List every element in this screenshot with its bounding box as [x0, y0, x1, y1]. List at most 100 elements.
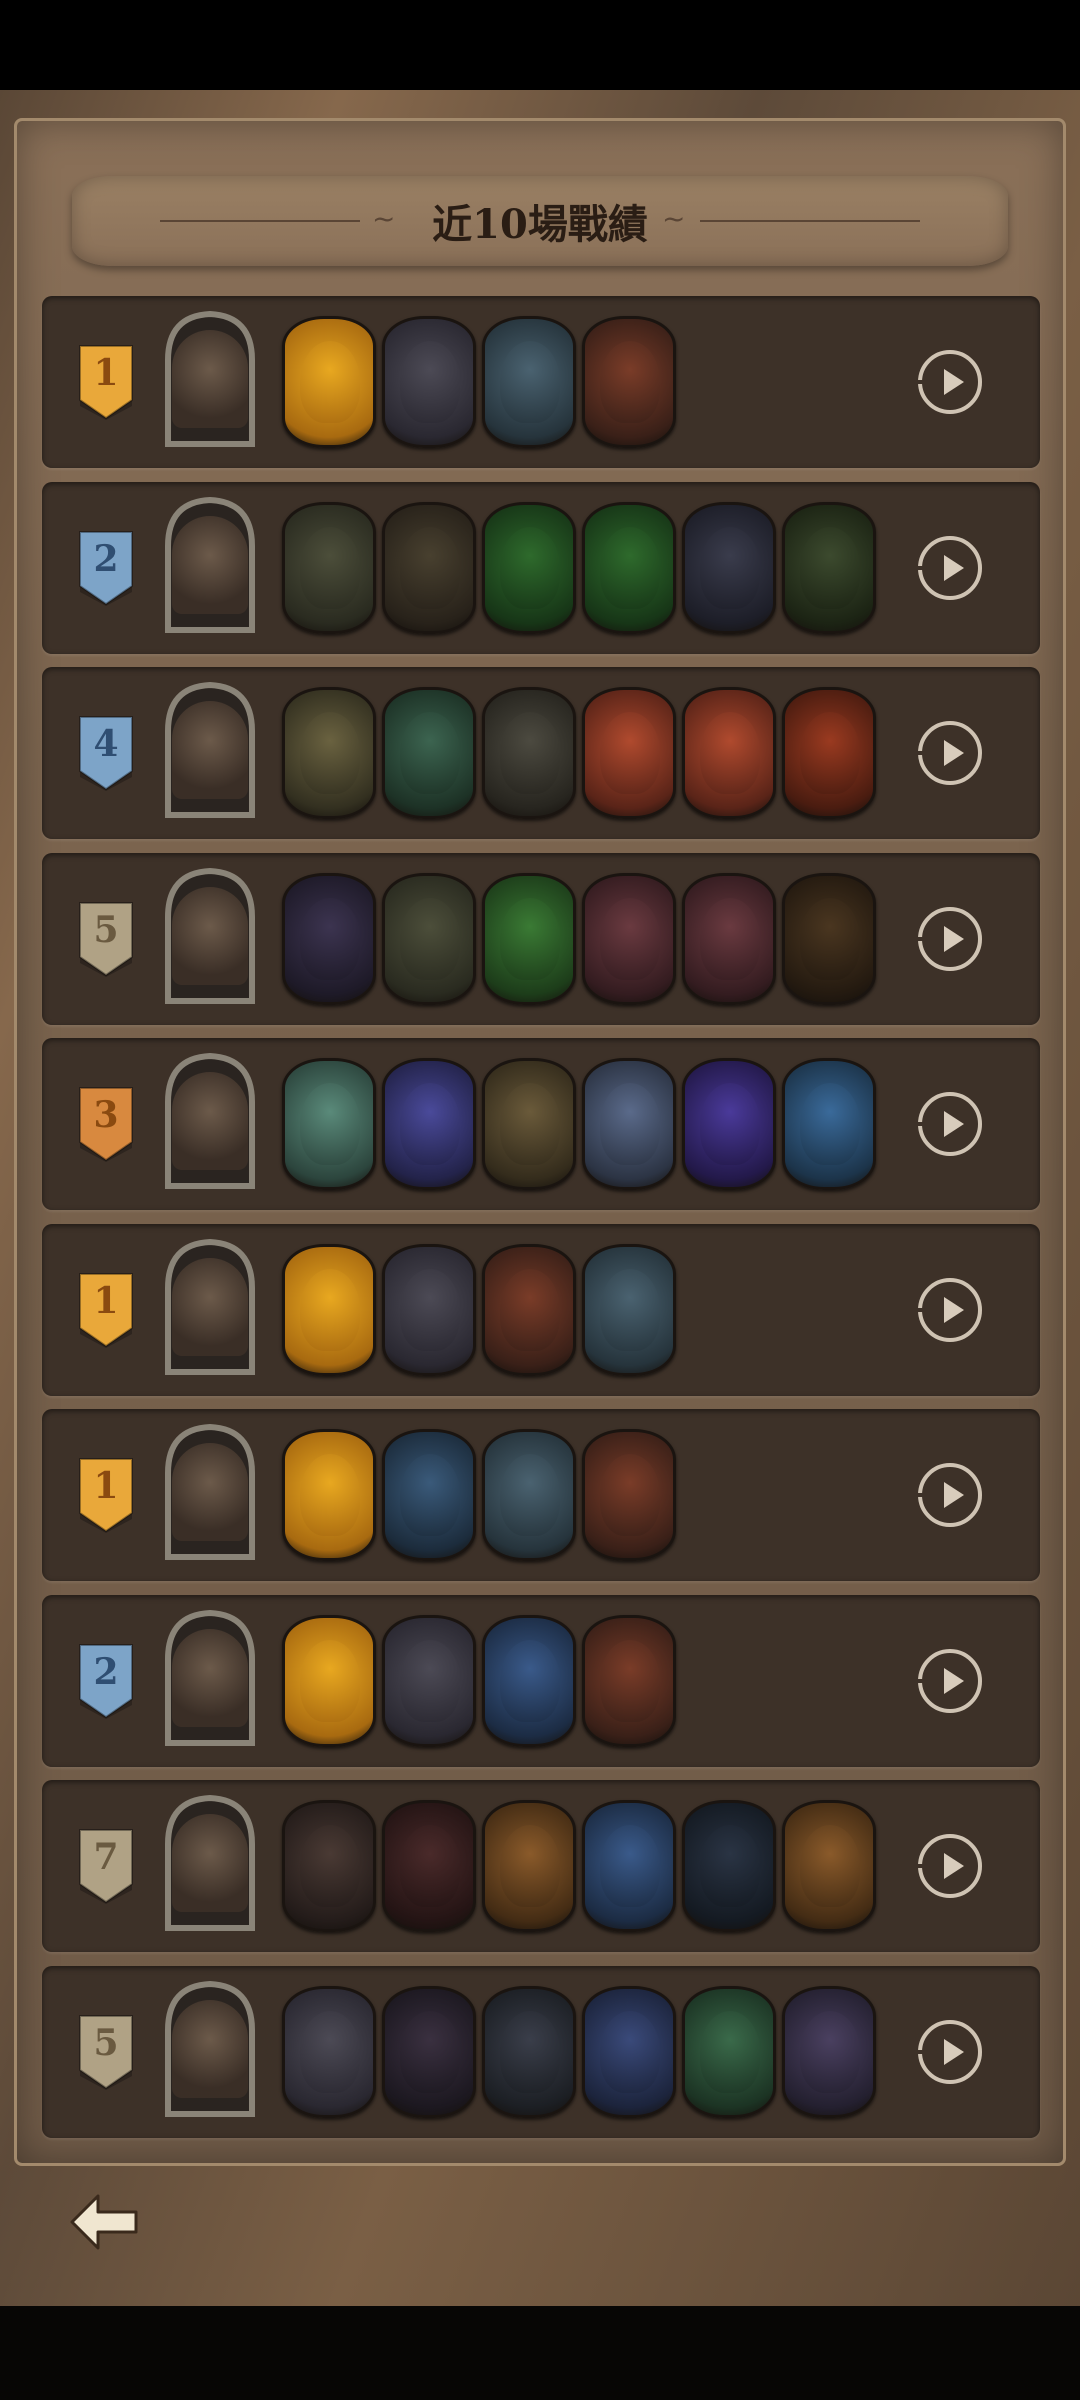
unit-card-green-ghoul[interactable]	[682, 1985, 776, 2118]
unit-card-golden-flame[interactable]	[282, 1614, 376, 1747]
unit-card-rock-golem[interactable]	[382, 872, 476, 1005]
replay-button[interactable]	[916, 906, 982, 971]
rank-number: 3	[93, 1094, 119, 1136]
unit-card-red-hair-mage[interactable]	[682, 872, 776, 1005]
winged-gargoyle-icon	[500, 341, 560, 423]
replay-button[interactable]	[916, 1277, 982, 1342]
back-button[interactable]	[66, 2192, 142, 2252]
rank-badge: 4	[78, 715, 134, 791]
unit-card-golden-flame[interactable]	[282, 1429, 376, 1561]
unit-card-gold-king[interactable]	[482, 1058, 576, 1190]
unit-card-blue-dragonling[interactable]	[582, 1800, 676, 1932]
unit-card-grey-wolf[interactable]	[382, 1243, 476, 1376]
replay-button[interactable]	[916, 350, 982, 414]
sea-serpent-icon	[300, 1083, 360, 1165]
unit-card-grey-wolf[interactable]	[382, 1614, 476, 1747]
golden-flame-icon	[300, 1268, 360, 1351]
golden-flame-icon	[300, 1454, 360, 1536]
unit-card-skeleton-dancer[interactable]	[382, 1985, 476, 2118]
unit-card-golden-flame[interactable]	[282, 316, 376, 448]
unit-card-shadow-panther[interactable]	[682, 1800, 776, 1932]
rank-badge: 2	[78, 1643, 134, 1719]
replay-gap	[916, 1122, 926, 1126]
replay-button[interactable]	[916, 535, 982, 600]
rank-number: 5	[93, 908, 119, 951]
unit-card-hedgehog[interactable]	[382, 501, 476, 634]
unit-card-reindeer[interactable]	[482, 1800, 576, 1932]
unit-card-dark-treant[interactable]	[782, 872, 876, 1005]
hero-portrait[interactable]	[158, 867, 262, 1005]
rank-badge: 1	[78, 1457, 134, 1533]
hero-portrait[interactable]	[158, 1980, 262, 2118]
replay-button[interactable]	[916, 1648, 982, 1713]
hero-portrait[interactable]	[158, 496, 262, 634]
unit-card-armored-knight[interactable]	[282, 687, 376, 819]
unit-card-green-treant[interactable]	[482, 501, 576, 634]
hero-portrait[interactable]	[158, 681, 262, 819]
play-icon	[944, 740, 964, 766]
unit-card-dark-elf[interactable]	[282, 872, 376, 1005]
hero-portrait[interactable]	[158, 1794, 262, 1932]
unit-card-bearded-warrior[interactable]	[482, 687, 576, 819]
unit-card-goblin-bomber[interactable]	[582, 687, 676, 819]
ice-spirit-icon	[800, 1083, 860, 1165]
unit-card-winged-gargoyle[interactable]	[482, 1429, 576, 1561]
unit-card-lizard-mage[interactable]	[382, 687, 476, 819]
unit-card-sea-serpent[interactable]	[282, 1058, 376, 1190]
golden-flame-icon	[300, 341, 360, 423]
unit-card-goblin-bomber[interactable]	[682, 687, 776, 819]
unit-card-red-dragon[interactable]	[582, 316, 676, 448]
unit-card-red-dragon[interactable]	[482, 1243, 576, 1376]
unit-card-cactus[interactable]	[482, 872, 576, 1005]
hero-portrait[interactable]	[158, 1052, 262, 1190]
replay-gap	[916, 1307, 926, 1312]
unit-card-rock-golem[interactable]	[282, 501, 376, 634]
replay-button[interactable]	[916, 1092, 982, 1156]
unit-card-dark-knight[interactable]	[482, 1985, 576, 2118]
rank-number: 1	[93, 1465, 119, 1507]
unit-card-red-hair-mage[interactable]	[582, 872, 676, 1005]
play-icon	[944, 925, 964, 952]
blue-dragonling-icon	[500, 1639, 560, 1722]
hero-portrait[interactable]	[158, 1423, 262, 1561]
unit-card-blue-dragonling[interactable]	[482, 1614, 576, 1747]
unit-card-demon-warrior[interactable]	[382, 1800, 476, 1932]
unit-card-black-horse[interactable]	[682, 501, 776, 634]
unit-card-grey-wolf[interactable]	[282, 1985, 376, 2118]
unit-card-fire-imp[interactable]	[782, 687, 876, 819]
replay-button[interactable]	[916, 721, 982, 785]
unit-card-blue-elf[interactable]	[582, 1985, 676, 2118]
match-history-list: 1 2 4 5 3 1 1 2 7 5	[42, 296, 1040, 2151]
hero-portrait[interactable]	[158, 1238, 262, 1376]
red-dragon-icon	[500, 1268, 560, 1351]
beast-rider-icon	[400, 1454, 460, 1536]
rank-badge: 1	[78, 1272, 134, 1348]
rank-number: 1	[93, 1279, 119, 1322]
goblin-bomber-icon	[600, 712, 660, 794]
unit-card-star-boy[interactable]	[582, 1058, 676, 1190]
unit-card-dark-horse[interactable]	[282, 1800, 376, 1932]
unit-card-golden-flame[interactable]	[282, 1243, 376, 1376]
hero-portrait[interactable]	[158, 1609, 262, 1747]
unit-card-red-dragon[interactable]	[582, 1429, 676, 1561]
unit-card-skeleton-witch[interactable]	[782, 501, 876, 634]
cactus-icon	[500, 897, 560, 980]
reindeer-icon	[500, 1825, 560, 1907]
unit-card-purple-dragon[interactable]	[682, 1058, 776, 1190]
unit-card-tentacle-sage[interactable]	[782, 1985, 876, 2118]
unit-card-winged-gargoyle[interactable]	[582, 1243, 676, 1376]
unit-card-blue-sorceress[interactable]	[382, 1058, 476, 1190]
replay-button[interactable]	[916, 2019, 982, 2084]
unit-card-red-dragon[interactable]	[582, 1614, 676, 1747]
replay-button[interactable]	[916, 1834, 982, 1898]
unit-card-grey-wolf[interactable]	[382, 316, 476, 448]
hero-portrait[interactable]	[158, 310, 262, 448]
unit-card-winged-gargoyle[interactable]	[482, 316, 576, 448]
unit-card-green-treant[interactable]	[582, 501, 676, 634]
blue-dragonling-icon	[600, 1825, 660, 1907]
unit-card-reindeer[interactable]	[782, 1800, 876, 1932]
unit-card-ice-spirit[interactable]	[782, 1058, 876, 1190]
dark-horse-icon	[300, 1825, 360, 1907]
replay-button[interactable]	[916, 1463, 982, 1527]
unit-card-beast-rider[interactable]	[382, 1429, 476, 1561]
